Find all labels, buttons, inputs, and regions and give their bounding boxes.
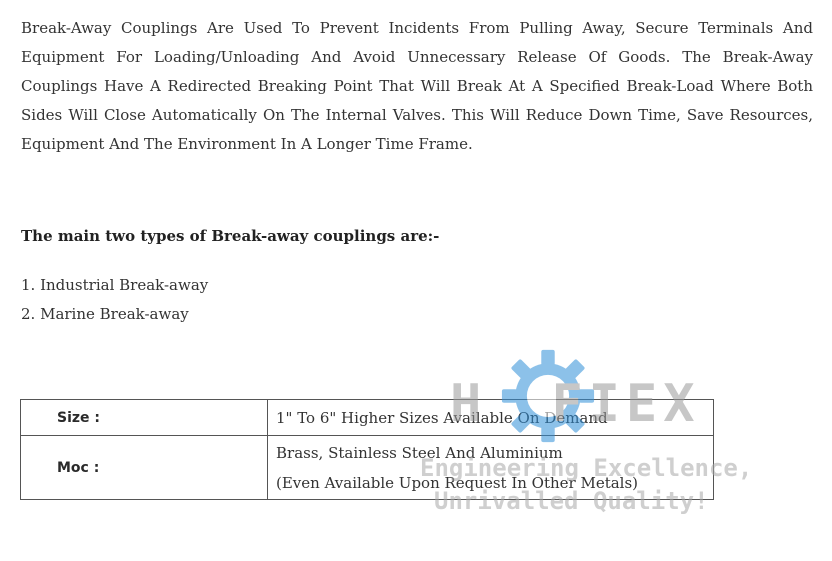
types-list: 1. Industrial Break-away 2. Marine Break… (21, 271, 208, 329)
spec-value-moc: Brass, Stainless Steel And Aluminium (Ev… (267, 435, 714, 500)
table-row: Size : 1" To 6" Higher Sizes Available O… (20, 399, 714, 436)
spec-label-moc: Moc : (20, 435, 268, 500)
spec-value-line: Brass, Stainless Steel And Aluminium (276, 443, 563, 462)
specs-table: Size : 1" To 6" Higher Sizes Available O… (20, 399, 714, 500)
spec-value-line: (Even Available Upon Request In Other Me… (276, 473, 639, 492)
spec-label-size: Size : (20, 399, 268, 436)
intro-paragraph: Break-away Couplings Are Used To Prevent… (21, 19, 813, 153)
spec-value-line: 1" To 6" Higher Sizes Available On Deman… (276, 408, 608, 427)
list-item: 2. Marine Break-away (21, 305, 189, 323)
table-row: Moc : Brass, Stainless Steel And Alumini… (20, 435, 714, 500)
types-heading: The main two types of Break-away couplin… (21, 227, 440, 245)
spec-value-size: 1" To 6" Higher Sizes Available On Deman… (267, 399, 714, 436)
list-item: 1. Industrial Break-away (21, 276, 209, 294)
